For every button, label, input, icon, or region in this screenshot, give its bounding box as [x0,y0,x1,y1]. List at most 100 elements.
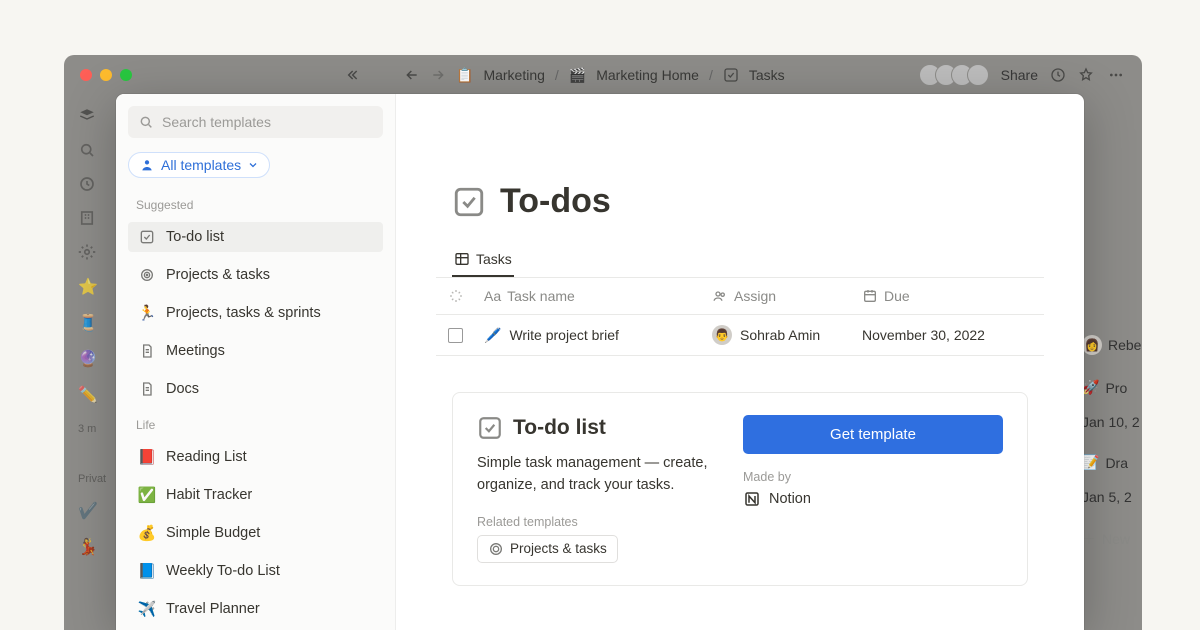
sidebar-item-label: Reading List [166,449,247,465]
search-input[interactable]: Search templates [128,106,383,138]
made-by-value: Notion [769,491,811,507]
back-icon[interactable] [404,67,420,83]
titlebar: 📋 Marketing / 🎬 Marketing Home / Tasks S… [64,55,1142,95]
sidebar-item-label: Travel Planner [166,601,260,617]
sidebar-item-label: To-do list [166,229,224,245]
breadcrumb[interactable]: Marketing Home [596,67,699,83]
checkbox-icon [452,185,486,219]
column-name: Task name [507,288,575,304]
chevron-down-icon [247,159,259,171]
sidebar-section-label: Privat [78,473,98,485]
minimize-icon[interactable] [100,69,112,81]
sidebar-item-label: Projects & tasks [166,267,270,283]
pencil-icon: 🖊️ [484,327,501,344]
chip-label: Projects & tasks [510,541,607,556]
plus-icon[interactable]: ＋ [1082,529,1096,549]
sidebar-item-reading-list[interactable]: 📕Reading List [128,442,383,472]
star-icon[interactable] [1078,67,1094,83]
sidebar-item-icon[interactable]: 💃 [78,537,98,557]
search-icon[interactable] [78,141,96,159]
loading-icon [448,288,464,304]
runner-icon: 🏃 [138,304,156,322]
column-assign: Assign [734,288,776,304]
presence-avatars[interactable] [925,64,989,86]
calendar-icon [862,288,878,304]
checkbox-icon [723,67,739,83]
clock-icon[interactable] [1050,67,1066,83]
check-icon: ✅ [138,486,156,504]
page-icon: 🎬 [569,67,586,84]
person-icon [139,157,155,173]
window-controls[interactable] [80,69,132,81]
table-icon [454,251,470,267]
target-icon [138,266,156,284]
checkbox-icon [477,415,503,441]
row-checkbox[interactable] [448,328,463,343]
search-icon [138,114,154,130]
sidebar-item-projects-tasks[interactable]: Projects & tasks [128,260,383,290]
sidebar-item-label: Weekly To-do List [166,563,280,579]
sidebar-collapse-icon[interactable] [344,67,360,83]
table-row[interactable]: 🖊️Write project brief 👨Sohrab Amin Novem… [436,315,1044,356]
templates-modal: Search templates All templates Suggested… [116,94,1084,630]
sidebar-item-docs[interactable]: Docs [128,374,383,404]
section-life: Life [128,412,383,434]
sidebar-item-icon[interactable]: ✔️ [78,501,98,521]
template-info-card: To-do list Simple task management — crea… [452,392,1028,586]
column-due: Due [884,288,910,304]
building-icon[interactable] [78,209,96,227]
sidebar-item-icon[interactable]: ✏️ [78,385,98,405]
sidebar-item-icon[interactable]: 🔮 [78,349,98,369]
sidebar-item-icon[interactable]: 🧵 [78,313,98,333]
sidebar-item-meetings[interactable]: Meetings [128,336,383,366]
forward-icon[interactable] [430,67,446,83]
sidebar-item-simple-budget[interactable]: 💰 Simple Budget [128,518,383,548]
breadcrumb[interactable]: Marketing [483,67,544,83]
filter-all-templates[interactable]: All templates [128,152,270,178]
doc-icon [138,380,156,398]
sidebar-item-habit-tracker[interactable]: ✅ Habit Tracker [128,480,383,510]
project-cell: Pro [1105,380,1127,396]
share-button[interactable]: Share [1001,67,1038,83]
book-icon: 📘 [138,562,156,580]
rocket-icon: 🚀 [1082,379,1099,396]
template-preview: To-dos Tasks AaTask name Assign Due 🖊️Wr… [396,94,1084,630]
made-by-label: Made by [743,470,1003,484]
get-template-button[interactable]: Get template [743,415,1003,454]
date-cell: Jan 5, 2 [1082,489,1132,505]
people-icon [712,288,728,304]
sidebar-item-label: Projects, tasks & sprints [166,305,321,321]
date-cell: Jan 10, 2 [1082,414,1140,430]
sidebar-item-todo-list[interactable]: To-do list [128,222,383,252]
maximize-icon[interactable] [120,69,132,81]
sidebar-item-travel-planner[interactable]: ✈️ Travel Planner [128,594,383,624]
gear-icon[interactable] [78,243,96,261]
plane-icon: ✈️ [138,600,156,618]
money-icon: 💰 [138,524,156,542]
more-icon[interactable] [1106,67,1126,83]
close-icon[interactable] [80,69,92,81]
assignee-cell: Rebe [1108,337,1141,353]
related-template-chip[interactable]: Projects & tasks [477,535,618,563]
sidebar-item-icon[interactable]: ⭐ [78,277,98,297]
checkbox-icon [138,228,156,246]
sidebar-item-label: Habit Tracker [166,487,252,503]
new-row-button[interactable]: New [1102,531,1130,547]
templates-sidebar: Search templates All templates Suggested… [116,94,396,630]
table-header: AaTask name Assign Due [436,278,1044,315]
breadcrumb-separator: / [555,67,559,83]
sidebar-item-projects-sprints[interactable]: 🏃 Projects, tasks & sprints [128,298,383,328]
sidebar-item-label: Simple Budget [166,525,260,541]
breadcrumb[interactable]: Tasks [749,67,785,83]
task-name: Write project brief [509,327,618,343]
breadcrumb-separator: / [709,67,713,83]
background-sidebar: ⭐ 🧵 🔮 ✏️ 3 m Privat ✔️ 💃 [64,95,112,630]
tab-tasks[interactable]: Tasks [452,251,514,277]
card-title: To-do list [513,416,606,440]
sidebar-item-weekly-todo[interactable]: 📘 Weekly To-do List [128,556,383,586]
project-cell: Dra [1105,455,1128,471]
doc-icon [138,342,156,360]
sidebar-item-label: Docs [166,381,199,397]
clock-icon[interactable] [78,175,96,193]
workspace-icon[interactable] [78,107,96,125]
